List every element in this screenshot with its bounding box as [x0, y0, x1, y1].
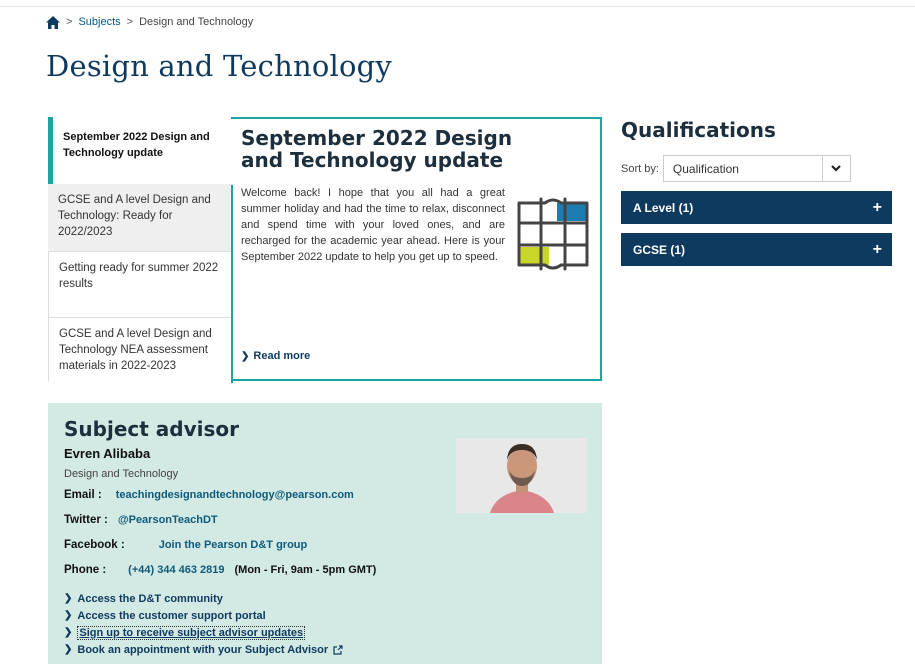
breadcrumb: > Subjects > Design and Technology — [46, 14, 253, 30]
tab-september-update[interactable]: September 2022 Design and Technology upd… — [48, 117, 232, 184]
email-row: Email : teachingdesignandtechnology@pear… — [64, 489, 354, 501]
link-book-appointment[interactable]: ❯ Book an appointment with your Subject … — [64, 641, 343, 658]
chevron-right-icon: ❯ — [64, 644, 73, 655]
phone-label: Phone : — [64, 564, 107, 576]
email-link[interactable]: teachingdesignandtechnology@pearson.com — [116, 489, 354, 501]
phone-hours: (Mon - Fri, 9am - 5pm GMT) — [234, 564, 377, 576]
grid-puzzle-illustration — [517, 197, 589, 271]
twitter-label: Twitter : — [64, 514, 108, 526]
breadcrumb-separator: > — [66, 16, 73, 28]
update-title: September 2022 Design and Technology upd… — [241, 126, 513, 172]
accordion-gcse-label: GCSE (1) — [633, 242, 686, 257]
chevron-right-icon: ❯ — [64, 610, 73, 621]
link-support-portal[interactable]: ❯ Access the customer support portal — [64, 607, 343, 624]
read-more-link[interactable]: ❯ Read more — [241, 350, 310, 362]
chevron-down-icon[interactable] — [821, 156, 850, 181]
phone-row: Phone : (+44) 344 463 2819 (Mon - Fri, 9… — [64, 564, 376, 576]
advisor-subject: Design and Technology — [64, 468, 179, 480]
facebook-link[interactable]: Join the Pearson D&T group — [159, 539, 308, 551]
facebook-label: Facebook : — [64, 539, 125, 551]
breadcrumb-current: Design and Technology — [139, 16, 254, 28]
twitter-row: Twitter : @PearsonTeachDT — [64, 514, 218, 526]
accordion-a-level-label: A Level (1) — [633, 200, 694, 215]
tab-ready-for-2022[interactable]: GCSE and A level Design and Technology: … — [48, 184, 232, 251]
link-book-appointment-label: Book an appointment with your Subject Ad… — [77, 643, 329, 656]
link-signup-updates-label: Sign up to receive subject advisor updat… — [77, 625, 306, 640]
twitter-link[interactable]: @PearsonTeachDT — [118, 514, 218, 526]
email-label: Email : — [64, 489, 102, 501]
sort-row: Sort by: Qualification — [621, 155, 851, 182]
breadcrumb-subjects[interactable]: Subjects — [78, 16, 120, 28]
facebook-row: Facebook : Join the Pearson D&T group — [64, 539, 307, 551]
link-signup-updates[interactable]: ❯ Sign up to receive subject advisor upd… — [64, 624, 343, 641]
read-more-label: Read more — [253, 350, 311, 362]
home-icon[interactable] — [46, 15, 60, 29]
sort-label: Sort by: — [621, 162, 659, 175]
chevron-right-icon: ❯ — [241, 350, 250, 362]
tab-nea-materials[interactable]: GCSE and A level Design and Technology N… — [48, 317, 232, 381]
accordion-gcse[interactable]: GCSE (1) + — [621, 233, 892, 266]
link-dt-community[interactable]: ❯ Access the D&T community — [64, 590, 343, 607]
update-body: Welcome back! I hope that you all had a … — [241, 187, 505, 263]
chevron-right-icon: ❯ — [64, 627, 73, 638]
sort-select-value: Qualification — [672, 161, 739, 176]
updates-widget: September 2022 Design and Technology upd… — [48, 117, 602, 383]
accordion-a-level[interactable]: A Level (1) + — [621, 191, 892, 224]
external-link-icon — [333, 644, 343, 655]
phone-link[interactable]: (+44) 344 463 2819 — [128, 564, 224, 576]
advisor-photo — [456, 438, 587, 513]
tab-summer-results[interactable]: Getting ready for summer 2022 results — [48, 251, 232, 317]
advisor-name: Evren Alibaba — [64, 446, 151, 461]
page-title: Design and Technology — [46, 49, 392, 83]
top-divider — [0, 6, 915, 7]
plus-icon[interactable]: + — [873, 199, 882, 217]
update-content-panel: September 2022 Design and Technology upd… — [231, 117, 602, 383]
advisor-title: Subject advisor — [64, 417, 239, 441]
chevron-right-icon: ❯ — [64, 593, 73, 604]
updates-tab-list: September 2022 Design and Technology upd… — [48, 117, 232, 381]
qualifications-title: Qualifications — [621, 118, 776, 142]
breadcrumb-separator: > — [126, 16, 134, 28]
advisor-links: ❯ Access the D&T community ❯ Access the … — [64, 590, 343, 658]
sort-select[interactable]: Qualification — [662, 155, 851, 182]
plus-icon[interactable]: + — [873, 241, 882, 259]
subject-advisor-panel: Subject advisor Evren Alibaba Design and… — [48, 403, 602, 664]
link-dt-community-label: Access the D&T community — [77, 592, 223, 605]
link-support-portal-label: Access the customer support portal — [77, 609, 266, 622]
